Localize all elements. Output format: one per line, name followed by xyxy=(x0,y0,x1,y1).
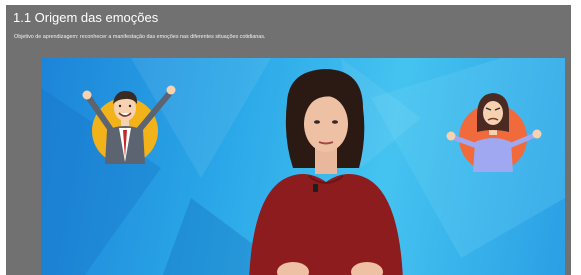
lesson-panel: 1.1 Origem das emoções Objetivo de apren… xyxy=(6,5,571,275)
lesson-title: 1.1 Origem das emoções xyxy=(13,10,159,25)
video-player[interactable] xyxy=(41,58,565,275)
learning-objective: Objetivo de aprendizagem: reconhecer a m… xyxy=(14,34,266,40)
video-frame xyxy=(41,58,565,275)
